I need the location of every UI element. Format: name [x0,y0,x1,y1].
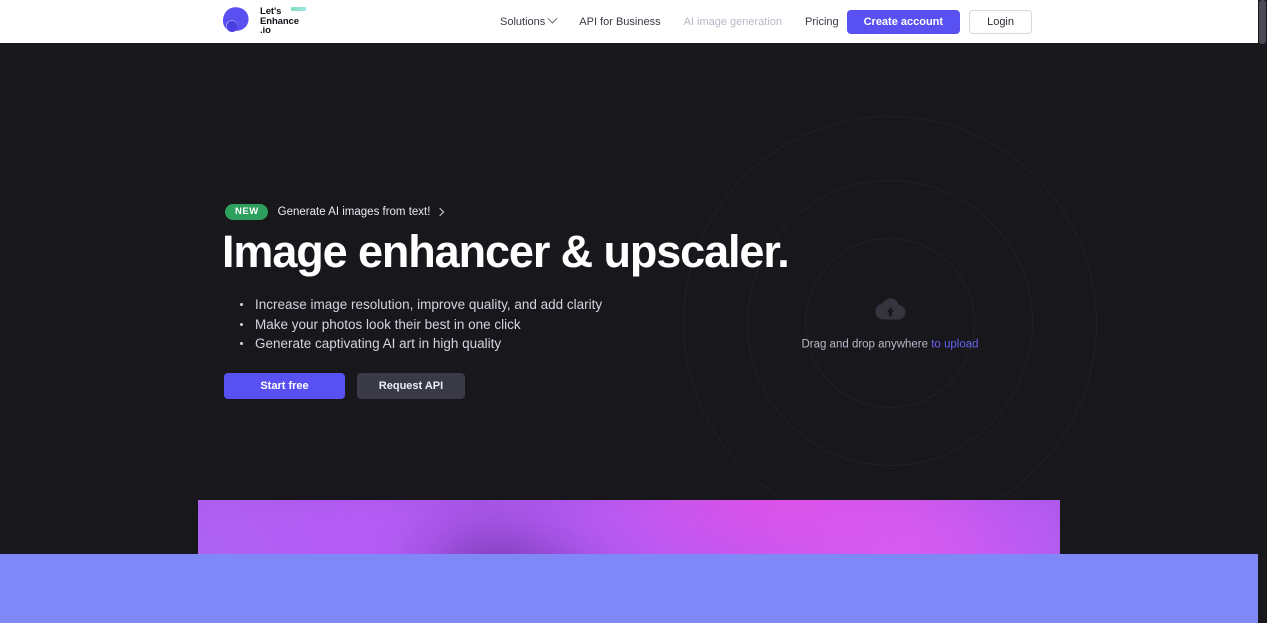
cloud-upload-icon [875,298,905,325]
start-free-button[interactable]: Start free [224,373,345,399]
page-viewport: Let's Enhance .io Solutions API for Busi… [0,0,1258,623]
logo-line-3: .io [260,25,271,37]
nav-item-solutions-label: Solutions [500,15,546,28]
chevron-down-icon [547,13,558,24]
page-title: Image enhancer & upscaler. [222,226,790,277]
feature-list: Increase image resolution, improve quali… [238,295,602,354]
list-item: Increase image resolution, improve quali… [238,295,602,314]
upload-dropzone[interactable]: Drag and drop anywhere to upload [801,298,979,351]
upload-link[interactable]: to upload [931,339,978,351]
nav-item-solutions[interactable]: Solutions [500,13,558,28]
login-button[interactable]: Login [969,9,1032,34]
cta-buttons: Start free Request API [224,373,465,399]
scrollbar-track[interactable] [1258,0,1267,623]
nav-item-ai-image-generation-label: AI image generation [683,15,783,28]
dropzone-text: Drag and drop anywhere to upload [801,339,978,351]
scrollbar-thumb[interactable] [1259,0,1266,44]
logo-mark-icon [222,5,253,36]
announcement-label: Generate AI images from text! [277,205,431,218]
nav-item-api-for-business[interactable]: API for Business [579,16,660,28]
request-api-button[interactable]: Request API [357,373,465,399]
next-section-band [0,554,1258,623]
brand-logo[interactable]: Let's Enhance .io [222,3,306,40]
nav-item-ai-image-generation[interactable]: AI image generation [684,16,782,28]
status-badge: NEW [225,204,268,220]
nav-item-pricing-label: Pricing [805,15,839,28]
header-actions: Create account Login [846,0,1032,43]
nav-item-pricing[interactable]: Pricing [805,16,839,28]
hero-section: NEW Generate AI images from text! Image … [0,43,1258,623]
create-account-button[interactable]: Create account [846,9,961,34]
dropzone-label: Drag and drop anywhere [801,338,929,351]
nav-item-api-for-business-label: API for Business [579,15,661,28]
list-item: Generate captivating AI art in high qual… [238,334,602,353]
browser-page: Let's Enhance .io Solutions API for Busi… [0,0,1267,623]
site-header: Let's Enhance .io Solutions API for Busi… [0,0,1258,43]
list-item: Make your photos look their best in one … [238,315,602,334]
announcement-text: Generate AI images from text! [277,205,445,218]
main-navigation: Solutions API for Business AI image gene… [500,0,884,43]
chevron-right-icon [436,207,445,216]
logo-wordmark: Let's Enhance .io [260,3,306,37]
logo-dash-accent [291,7,306,11]
announcement-badge[interactable]: NEW Generate AI images from text! [225,204,445,220]
